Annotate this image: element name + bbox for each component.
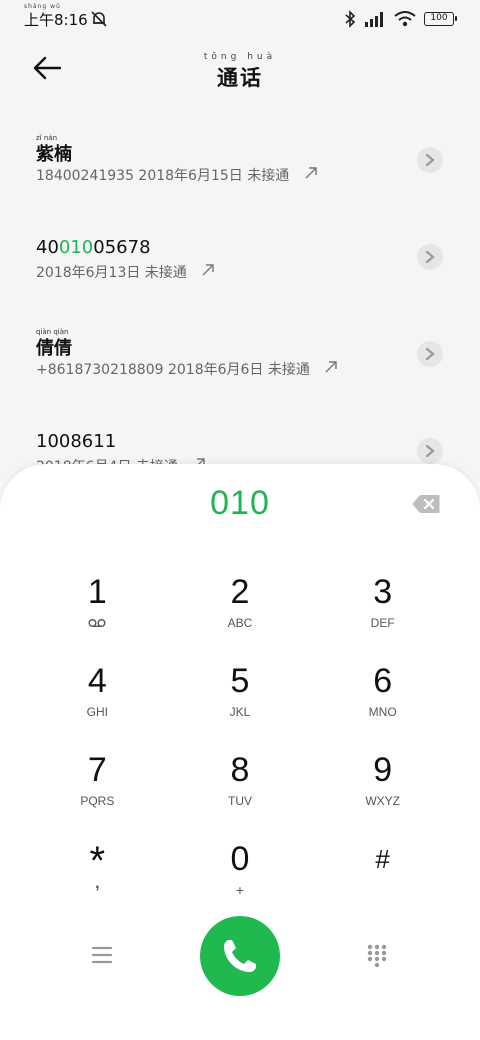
- call-log-item[interactable]: zǐ nán 紫楠 18400241935 2018年6月15日 未接通: [0, 118, 480, 215]
- page-title: 通话: [217, 66, 263, 90]
- key-2[interactable]: 2 ABC: [169, 572, 312, 632]
- call-log-item[interactable]: 4001005678 2018年6月13日 未接通: [0, 215, 480, 312]
- call-button[interactable]: [200, 916, 280, 996]
- key-letters: DEF: [370, 616, 395, 630]
- signal-icon: [365, 12, 383, 27]
- outgoing-arrow-icon: [202, 264, 214, 276]
- call-info-button[interactable]: [417, 438, 443, 464]
- call-detail: 2018年6月13日 未接通: [36, 262, 215, 282]
- chevron-right-icon: [425, 347, 435, 361]
- contact-number: 4001005678: [36, 237, 151, 258]
- key-digit: 3: [373, 573, 393, 611]
- chevron-right-icon: [425, 250, 435, 264]
- contact-number: 1008611: [36, 431, 117, 452]
- call-detail-text: 2018年6月13日 未接通: [36, 265, 187, 281]
- key-4[interactable]: 4 GHI: [26, 661, 169, 721]
- outgoing-arrow-icon: [325, 361, 338, 373]
- chevron-right-icon: [425, 153, 435, 167]
- key-digit: #: [375, 844, 390, 874]
- call-detail: 18400241935 2018年6月15日 未接通: [36, 165, 318, 185]
- number-part: 05678: [93, 237, 151, 258]
- key-letters: PQRS: [80, 794, 115, 808]
- key-digit: 0: [230, 840, 250, 878]
- key-letters: +: [235, 882, 245, 898]
- call-info-button[interactable]: [417, 341, 443, 367]
- number-part: 40: [36, 237, 59, 258]
- chevron-right-icon: [425, 444, 435, 458]
- key-6[interactable]: 6 MNO: [311, 661, 454, 721]
- call-log-item[interactable]: qiàn qiàn 倩倩 +8618730218809 2018年6月6日 未接…: [0, 312, 480, 409]
- key-digit: 8: [230, 751, 250, 789]
- number-match-highlight: 010: [58, 237, 94, 258]
- bluetooth-icon: [345, 10, 356, 28]
- call-info-button[interactable]: [417, 147, 443, 173]
- battery-indicator: 100: [424, 12, 457, 26]
- key-5[interactable]: 5 JKL: [169, 661, 312, 721]
- keypad: 1 2 ABC 3 DEF 4 GHI 5 JKL 6 MNO 7 PQRS 8…: [26, 572, 454, 899]
- key-letters: ,: [95, 875, 100, 892]
- key-7[interactable]: 7 PQRS: [26, 750, 169, 810]
- call-detail: +8618730218809 2018年6月6日 未接通: [36, 359, 338, 379]
- alarm-off-icon: [91, 11, 107, 27]
- key-0[interactable]: 0 +: [169, 839, 312, 899]
- key-1[interactable]: 1: [26, 572, 169, 632]
- dialed-number-display[interactable]: 010: [0, 484, 480, 523]
- key-digit: 4: [87, 662, 107, 700]
- wifi-icon: [394, 11, 416, 27]
- backspace-icon[interactable]: [412, 494, 440, 514]
- call-log-list: zǐ nán 紫楠 18400241935 2018年6月15日 未接通 400…: [0, 118, 480, 506]
- key-letters: TUV: [227, 794, 252, 808]
- key-letters: WXYZ: [365, 794, 400, 808]
- key-star[interactable]: * ,: [26, 839, 169, 899]
- contact-name: 紫楠: [36, 144, 72, 165]
- page-title-wrap: tōng huà 通话: [0, 52, 480, 92]
- keypad-icon[interactable]: [367, 944, 387, 968]
- status-time: 上午8:16: [24, 11, 88, 29]
- key-8[interactable]: 8 TUV: [169, 750, 312, 810]
- key-digit: 6: [373, 662, 393, 700]
- dialpad-panel: 010 1 2 ABC 3 DEF 4 GHI 5 JKL 6 MNO 7 PQ…: [0, 464, 480, 1040]
- key-letters: JKL: [229, 705, 251, 719]
- call-detail-text: +8618730218809 2018年6月6日 未接通: [36, 362, 310, 378]
- status-bar: shàng wǔ 上午8:16 100: [0, 0, 480, 40]
- page-title-ruby: tōng huà: [203, 52, 277, 62]
- key-digit: 9: [373, 751, 393, 789]
- call-detail-text: 18400241935 2018年6月15日 未接通: [36, 168, 290, 184]
- key-digit: 5: [230, 662, 250, 700]
- key-letters: ABC: [227, 616, 253, 630]
- phone-icon: [224, 940, 256, 972]
- menu-icon[interactable]: [92, 946, 112, 964]
- call-info-button[interactable]: [417, 244, 443, 270]
- key-digit: 7: [87, 751, 107, 789]
- key-letters: GHI: [86, 705, 108, 719]
- key-3[interactable]: 3 DEF: [311, 572, 454, 632]
- key-digit: 1: [87, 573, 107, 611]
- key-digit: 2: [230, 573, 250, 611]
- status-icons: 100: [344, 10, 457, 28]
- key-9[interactable]: 9 WXYZ: [311, 750, 454, 810]
- outgoing-arrow-icon: [305, 167, 317, 179]
- contact-name: 倩倩: [36, 338, 72, 359]
- key-hash[interactable]: #: [311, 839, 454, 899]
- key-letters: MNO: [368, 705, 397, 719]
- voicemail-icon: [88, 619, 106, 627]
- dialpad-actions: [0, 916, 480, 996]
- header: tōng huà 通话: [0, 40, 480, 100]
